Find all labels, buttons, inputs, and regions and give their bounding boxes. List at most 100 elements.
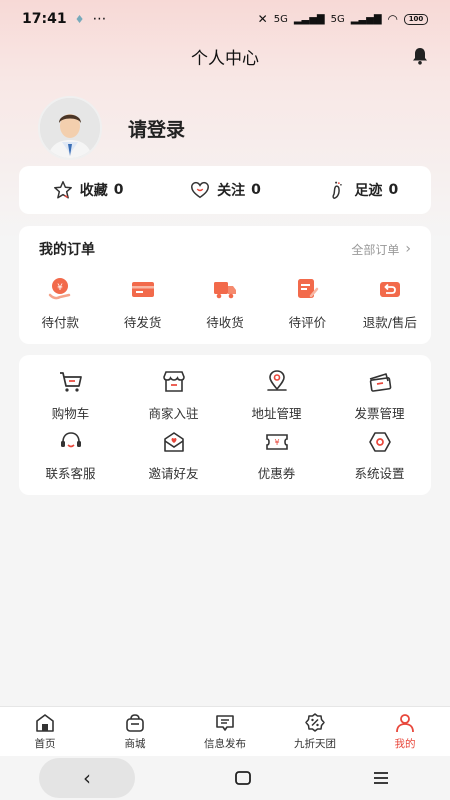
card-icon <box>130 276 156 302</box>
tools-card: 购物车 商家入驻 地址管理 发票管理 联系客服 邀请好友 ¥ 优惠券 系统设置 <box>19 355 431 495</box>
tool-coupons-label: 优惠券 <box>257 466 296 481</box>
order-refund-label: 退款/售后 <box>362 315 417 330</box>
store-icon <box>161 369 187 395</box>
mute-icon: ✕ <box>257 12 268 26</box>
order-refund[interactable]: 退款/售后 <box>349 272 431 338</box>
location-icon <box>264 369 290 395</box>
order-pending-review-label: 待评价 <box>288 315 327 330</box>
stat-favorites-count: 0 <box>113 182 124 198</box>
stat-following[interactable]: 关注 0 <box>156 179 293 201</box>
tab-publish-label: 信息发布 <box>204 737 246 750</box>
all-orders-label: 全部订单 <box>351 242 400 257</box>
status-time: 17:41 <box>22 11 67 27</box>
page-header: 个人中心 <box>0 38 450 74</box>
stat-following-count: 0 <box>251 182 261 198</box>
tool-address-label: 地址管理 <box>251 406 302 421</box>
cart-icon <box>58 369 84 395</box>
avatar[interactable] <box>38 96 102 160</box>
shopping-bag-icon <box>126 713 144 732</box>
tools-row-2: 联系客服 邀请好友 ¥ 优惠券 系统设置 <box>19 429 431 489</box>
stat-footprints-label: 足迹 <box>354 183 383 199</box>
orders-title: 我的订单 <box>39 242 95 258</box>
square-home-icon <box>235 771 251 785</box>
invoice-icon <box>367 369 393 395</box>
signal-label-2: 5G <box>330 13 345 25</box>
back-icon: ‹ <box>83 766 91 790</box>
svg-text:¥: ¥ <box>274 438 279 447</box>
tool-coupons[interactable]: ¥ 优惠券 <box>225 429 328 489</box>
stat-footprints[interactable]: 足迹 0 <box>294 179 431 201</box>
bottom-tab-bar: 首页 商城 信息发布 九折天团 我的 <box>0 706 450 756</box>
headset-icon <box>58 429 84 455</box>
stat-favorites-label: 收藏 <box>79 183 108 199</box>
tool-invoice[interactable]: 发票管理 <box>328 369 431 429</box>
page-title: 个人中心 <box>191 48 259 69</box>
refund-icon <box>377 276 403 302</box>
star-icon <box>53 181 72 199</box>
order-pending-payment-label: 待付款 <box>41 315 79 330</box>
menu-icon <box>374 772 388 784</box>
tool-settings-label: 系统设置 <box>354 466 405 481</box>
tool-invite-friends[interactable]: 邀请好友 <box>122 429 225 489</box>
tool-cart[interactable]: 购物车 <box>19 369 122 429</box>
notification-icon: ♦ <box>74 12 85 26</box>
login-prompt[interactable]: 请登录 <box>128 115 185 142</box>
tab-mine[interactable]: 我的 <box>360 707 450 756</box>
stat-following-label: 关注 <box>217 183 246 199</box>
chevron-right-icon: › <box>405 241 411 257</box>
home-button[interactable] <box>213 758 273 798</box>
order-pending-shipment-label: 待发货 <box>123 315 162 330</box>
order-pending-payment[interactable]: ¥ 待付款 <box>19 272 101 338</box>
tab-publish[interactable]: 信息发布 <box>180 707 270 756</box>
tools-row-1: 购物车 商家入驻 地址管理 发票管理 <box>19 369 431 429</box>
tool-merchant-join[interactable]: 商家入驻 <box>122 369 225 429</box>
tool-customer-service[interactable]: 联系客服 <box>19 429 122 489</box>
tab-group-deals-label: 九折天团 <box>294 737 336 750</box>
truck-icon <box>212 276 238 302</box>
tab-home[interactable]: 首页 <box>0 707 90 756</box>
tab-mine-label: 我的 <box>394 737 416 750</box>
wifi-icon: ◠ <box>387 12 398 26</box>
tab-home-label: 首页 <box>34 737 56 750</box>
home-icon <box>36 713 54 732</box>
tool-invoice-label: 发票管理 <box>354 406 405 421</box>
message-icon <box>216 714 234 731</box>
all-orders-link[interactable]: 全部订单 › <box>351 241 411 258</box>
bell-icon[interactable] <box>410 46 430 66</box>
order-pending-review[interactable]: 待评价 <box>266 272 348 338</box>
tool-cart-label: 购物车 <box>51 406 90 421</box>
payment-icon: ¥ <box>47 276 73 302</box>
menu-button[interactable] <box>351 758 411 798</box>
back-button[interactable]: ‹ <box>39 758 135 798</box>
discount-badge-icon <box>305 712 325 732</box>
tool-invite-friends-label: 邀请好友 <box>148 466 199 481</box>
tab-mall-label: 商城 <box>124 737 146 750</box>
orders-card: 我的订单 全部订单 › ¥ 待付款 待发货 待收货 待评价 退款/售后 <box>19 226 431 344</box>
stat-favorites[interactable]: 收藏 0 <box>19 179 156 201</box>
battery-icon: 100 <box>404 13 428 25</box>
settings-icon <box>367 429 393 455</box>
user-avatar-icon <box>40 98 100 158</box>
orders-header: 我的订单 全部订单 › <box>19 226 431 272</box>
signal-bars-2-icon: ▂▃▅▇ <box>350 13 382 25</box>
heart-icon <box>191 181 210 199</box>
system-navigation-bar: ‹ <box>0 756 450 800</box>
profile-section[interactable]: 请登录 <box>38 96 185 160</box>
tool-customer-service-label: 联系客服 <box>45 466 96 481</box>
tab-group-deals[interactable]: 九折天团 <box>270 707 360 756</box>
order-pending-receipt[interactable]: 待收货 <box>184 272 266 338</box>
tool-merchant-join-label: 商家入驻 <box>148 406 199 421</box>
tool-settings[interactable]: 系统设置 <box>328 429 431 489</box>
stat-footprints-count: 0 <box>388 182 399 198</box>
envelope-heart-icon <box>161 429 187 455</box>
tab-mall[interactable]: 商城 <box>90 707 180 756</box>
tool-address[interactable]: 地址管理 <box>225 369 328 429</box>
more-notifications-icon: ⋯ <box>92 11 107 27</box>
order-pending-shipment[interactable]: 待发货 <box>101 272 183 338</box>
order-pending-receipt-label: 待收货 <box>206 315 244 330</box>
svg-text:¥: ¥ <box>57 283 63 293</box>
coupon-icon: ¥ <box>264 429 290 455</box>
review-icon <box>294 276 320 302</box>
signal-bars-1-icon: ▂▃▅▇ <box>293 13 325 25</box>
order-status-row: ¥ 待付款 待发货 待收货 待评价 退款/售后 <box>19 272 431 338</box>
